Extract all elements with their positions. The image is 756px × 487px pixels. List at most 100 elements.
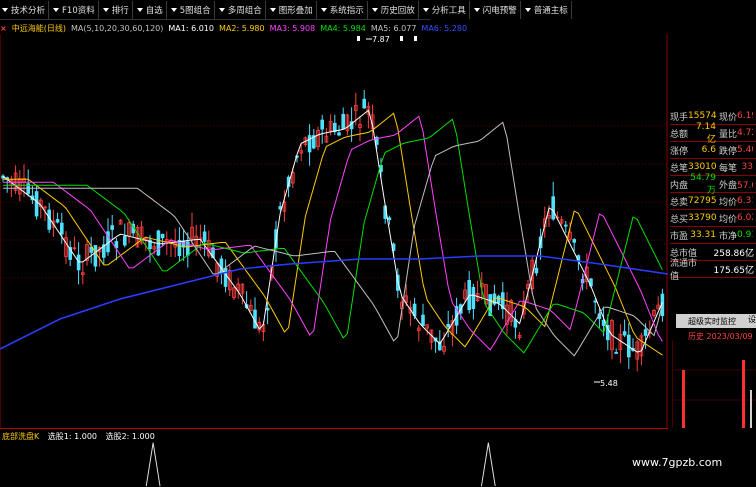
quote-k2: 每笔 [719, 163, 738, 174]
cap-value: 258.86亿 [713, 248, 755, 259]
menu-item-label: 图形叠加 [278, 5, 313, 16]
quote-k2: 跌停 [719, 146, 738, 157]
ma4-value: MA4: 5.984 [320, 23, 366, 33]
candle-body [265, 307, 270, 311]
menu-item-1[interactable]: F10资料 [51, 0, 99, 19]
ma6-value: MA6: 5.280 [421, 23, 468, 33]
candle-body [110, 225, 115, 230]
cap-value: 175.65亿 [713, 265, 755, 276]
menu-item-0[interactable]: 技术分析 [0, 0, 50, 19]
ma5-value: MA5: 6.077 [370, 23, 417, 33]
sub-indicator-chart[interactable] [0, 428, 668, 487]
quote-v2: 6.31 [737, 196, 753, 206]
stock-name: 中远海能(日线) [11, 23, 66, 33]
ma2-value: MA2: 5.980 [218, 23, 265, 33]
menu-item-8[interactable]: 历史回放 [370, 0, 419, 19]
candle-body [387, 217, 392, 221]
caret-down-icon [53, 7, 60, 12]
cap-row: 流通市值 175.65亿 [670, 259, 756, 282]
menu-item-7[interactable]: 系统指示 [319, 0, 368, 19]
caret-down-icon [2, 7, 8, 12]
candle-body [76, 254, 81, 271]
menu-bar: 技术分析 F10资料 排行 自选 5图组合 多周组合 图形叠加 系统指示 历史回放 分析工具 闪电预… [0, 0, 572, 20]
caret-down-icon [320, 7, 327, 12]
menu-item-label: 分析工具 [431, 5, 466, 16]
menu-item-label: 自选 [145, 5, 163, 16]
quote-row: 总卖72795均价6.31 [670, 193, 756, 210]
quote-k: 现手 [670, 112, 689, 123]
quote-k2: 外盘 [719, 180, 738, 191]
ma-params: MA(5,10,20,30,60,120) [70, 23, 164, 33]
caret-down-icon [524, 7, 531, 12]
candle-body [534, 267, 539, 274]
settings-button[interactable]: 设 [748, 314, 756, 328]
close-icon[interactable]: × [0, 24, 7, 33]
candlestick-chart[interactable]: 7.87 5.48 [0, 34, 668, 428]
quote-v: 6.6 [701, 145, 716, 155]
quote-k2: 现价 [719, 112, 738, 123]
ma-line-6 [0, 255, 668, 350]
menu-item-9[interactable]: 分析工具 [421, 0, 470, 19]
candle-body [572, 239, 576, 243]
candle-body [123, 235, 127, 246]
chart-title-line: × 中远海能(日线) MA(5,10,20,30,60,120) MA1: 6.… [0, 22, 472, 34]
menu-item-10[interactable]: 闪电预警 [472, 0, 521, 19]
quote-row: 市盈33.31市净0.91 [670, 227, 756, 244]
candle-body [341, 113, 345, 130]
candle-body [362, 98, 366, 109]
candle-body [320, 119, 324, 130]
quote-v2: 0.91 [737, 230, 753, 240]
ma-line-4 [3, 118, 663, 354]
quote-k: 总买 [670, 214, 689, 225]
candle-body [551, 196, 555, 220]
caret-down-icon [218, 7, 225, 12]
menu-item-5[interactable]: 多周组合 [217, 0, 266, 19]
quote-v: 72795 [688, 196, 717, 206]
quote-v2: 6.19 [737, 111, 753, 121]
quote-v: 15574 [688, 111, 717, 121]
candle-body [622, 331, 627, 336]
ma3-value: MA3: 5.908 [269, 23, 316, 33]
menu-item-6[interactable]: 图形叠加 [268, 0, 317, 19]
event-marker [414, 36, 417, 41]
event-marker [357, 36, 360, 41]
candle-body [421, 314, 425, 327]
quote-k2: 市净 [719, 231, 738, 242]
candle-body [202, 231, 207, 242]
menu-item-11[interactable]: 普通主标 [523, 0, 572, 19]
candle-body [593, 300, 597, 303]
quote-k: 总额 [670, 129, 689, 140]
candle-body [160, 233, 165, 239]
menu-item-3[interactable]: 自选 [135, 0, 167, 19]
menu-item-4[interactable]: 5图组合 [169, 0, 215, 19]
quote-v2: 5.40 [737, 145, 753, 155]
ma1-value: MA1: 6.010 [168, 23, 214, 33]
quote-k2: 均价 [719, 214, 738, 225]
quote-k2: 均价 [719, 197, 738, 208]
low-price-label: 5.48 [600, 379, 618, 388]
quote-k2: 量比 [719, 129, 738, 140]
quote-k: 涨停 [670, 146, 689, 157]
candle-body [564, 224, 568, 227]
quote-k: 市盈 [670, 231, 689, 242]
menu-item-label: 系统指示 [329, 5, 364, 16]
watermark-text: www.7gpzb.com [632, 456, 723, 469]
quote-v: 33010 [688, 162, 717, 172]
ma-line-1 [2, 109, 663, 353]
event-marker [400, 36, 403, 41]
candle-body [337, 132, 341, 136]
quote-v2: 57.09万 [737, 180, 753, 191]
signal-spike-1 [145, 442, 161, 487]
menu-item-label: 历史回放 [380, 5, 415, 16]
quote-row: 内盘54.79万外盘57.09万 [670, 173, 756, 196]
realtime-monitor-button[interactable]: 超级实时监控 [676, 314, 748, 328]
quote-v: 33790 [688, 213, 717, 223]
menu-item-label: 多周组合 [227, 5, 262, 16]
mini-chart [672, 340, 756, 428]
quote-v2: 33 [741, 162, 753, 172]
menu-item-label: 技术分析 [11, 5, 46, 16]
menu-item-label: 5图组合 [179, 5, 211, 16]
quote-k: 总卖 [670, 197, 689, 208]
candle-body [614, 352, 618, 354]
menu-item-2[interactable]: 排行 [101, 0, 133, 19]
